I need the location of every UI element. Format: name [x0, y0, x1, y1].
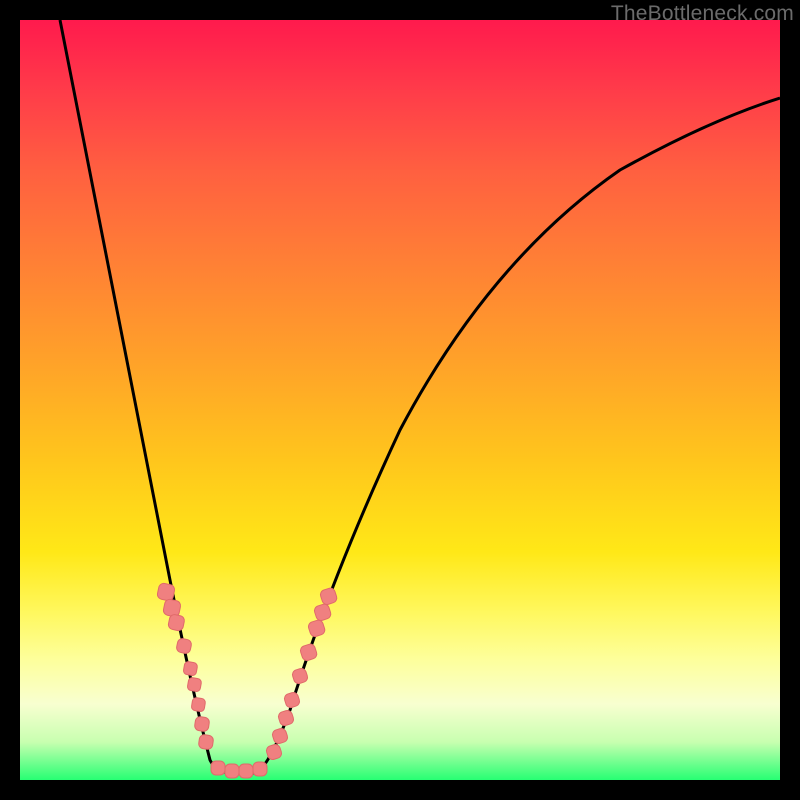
markers-floor	[211, 761, 267, 778]
marker	[299, 643, 318, 662]
marker	[239, 764, 253, 778]
marker	[211, 761, 225, 775]
marker	[191, 697, 206, 712]
plot-area	[20, 20, 780, 780]
marker	[283, 691, 301, 709]
marker	[225, 764, 239, 778]
marker	[277, 709, 295, 727]
marker	[253, 762, 267, 776]
marker	[271, 727, 289, 745]
marker	[163, 599, 182, 618]
marker	[176, 638, 193, 655]
watermark-text: TheBottleneck.com	[611, 2, 794, 26]
chart-frame	[20, 20, 780, 780]
marker	[167, 614, 185, 632]
curve-right-branch	[256, 98, 780, 773]
marker	[319, 587, 338, 606]
marker	[187, 677, 202, 692]
marker	[198, 734, 214, 750]
marker	[307, 619, 326, 638]
marker	[291, 667, 309, 685]
markers-left	[157, 583, 214, 750]
marker	[194, 716, 210, 732]
curve-layer	[20, 20, 780, 780]
marker	[157, 583, 176, 602]
marker	[313, 603, 332, 622]
curve-left-branch	[60, 20, 230, 773]
markers-right	[265, 587, 338, 761]
marker	[183, 661, 198, 676]
